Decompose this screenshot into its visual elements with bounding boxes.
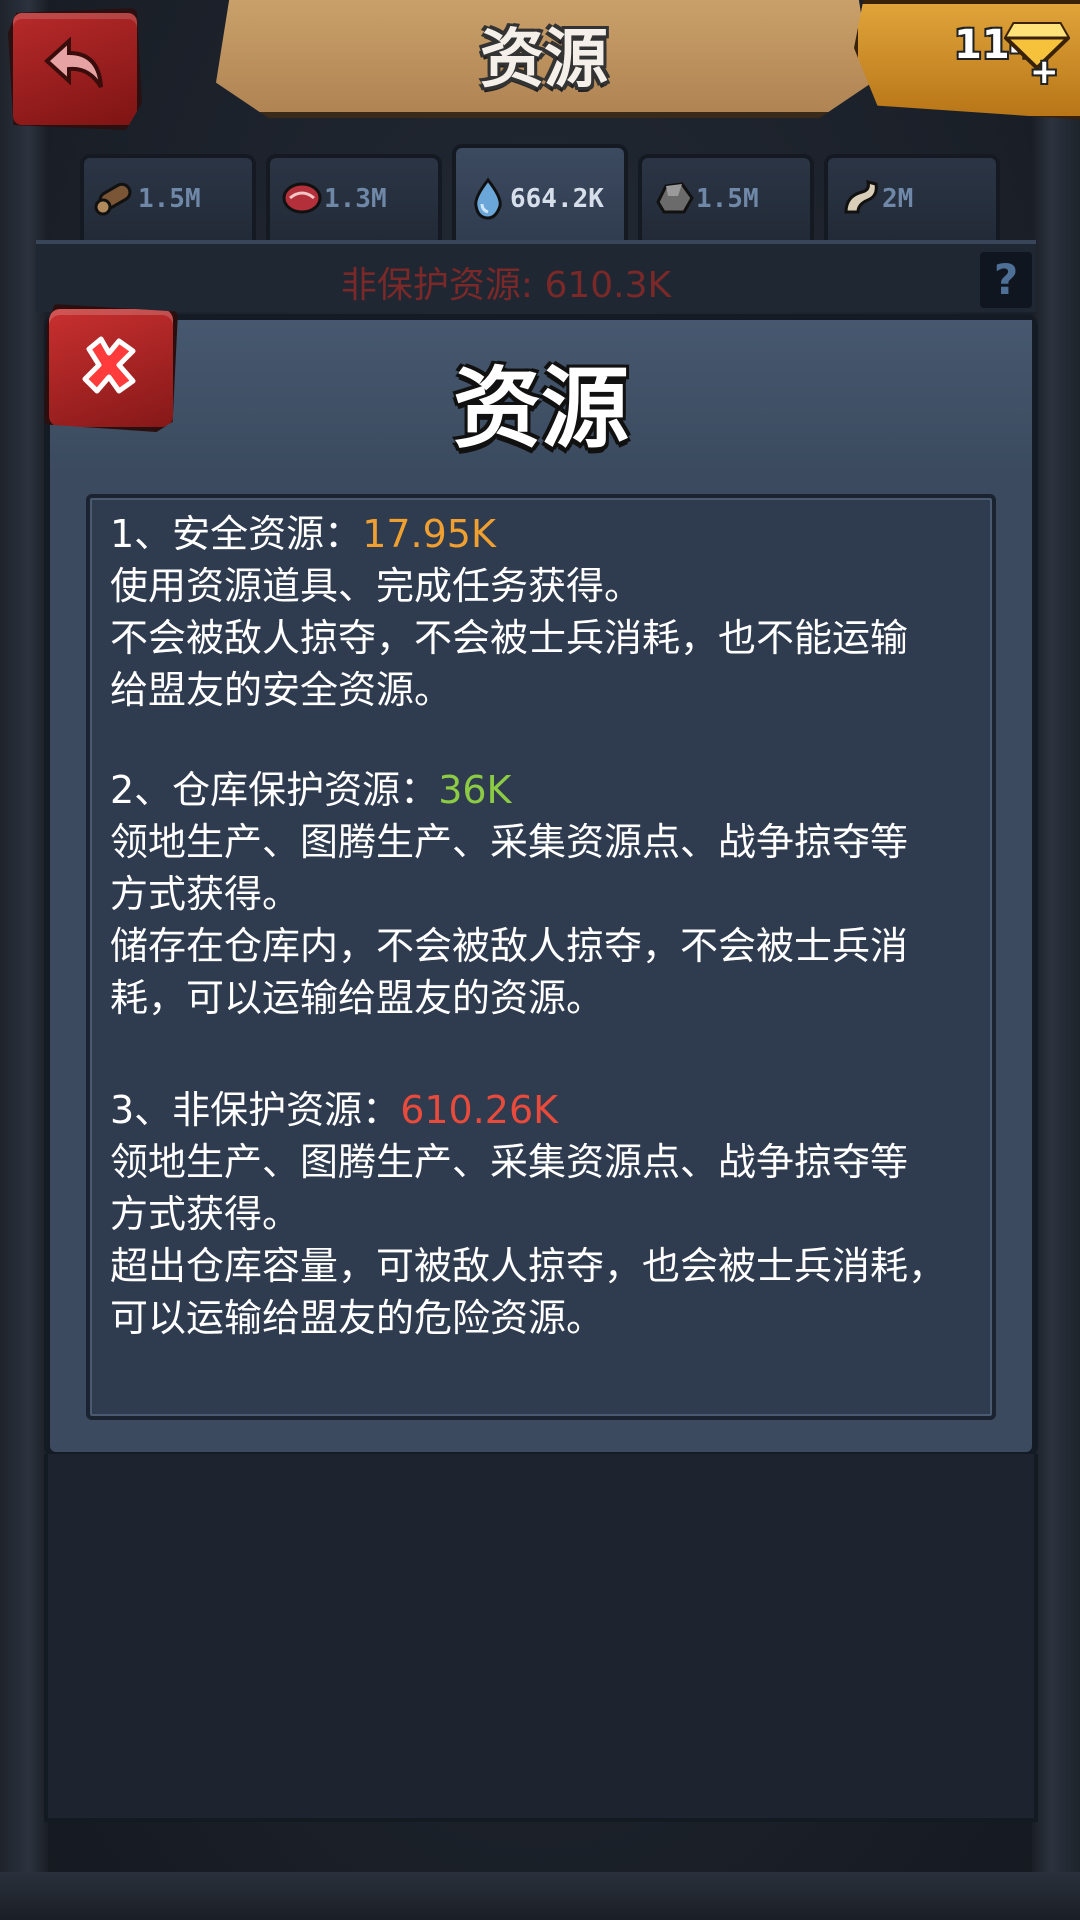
section-unprotected-resources: 3、非保护资源：610.26K 领地生产、图腾生产、采集资源点、战争掠夺等 方式…: [110, 1084, 984, 1344]
section-heading: 1、安全资源：: [110, 512, 363, 556]
tab-bone[interactable]: 2M: [824, 154, 1000, 240]
resource-info-dialog: 资源 1、安全资源：17.95K 使用资源道具、完成任务获得。 不会被敌人掠夺，…: [44, 314, 1038, 1458]
unprotected-resource-bar: 非保护资源: 610.3K: [36, 240, 1036, 312]
lower-empty-panel: [44, 1454, 1038, 1822]
close-button[interactable]: [44, 304, 178, 432]
stone-value: 1.5M: [696, 184, 759, 214]
section-heading: 3、非保护资源：: [110, 1088, 401, 1132]
tab-wood[interactable]: 1.5M: [80, 154, 256, 240]
back-arrow-icon: [44, 37, 103, 89]
unprotected-amount: 610.26K: [400, 1088, 559, 1132]
frame-right: [1032, 0, 1080, 1920]
section-line: 储存在仓库内，不会被敌人掠夺，不会被士兵消: [110, 924, 909, 968]
water-drop-icon: [474, 177, 502, 220]
wood-log-icon: [94, 182, 132, 216]
section-line: 方式获得。: [110, 1192, 301, 1236]
water-value: 664.2K: [510, 184, 604, 214]
section-line: 给盟友的安全资源。: [110, 668, 453, 712]
unprotected-resource-text: 非保护资源: 610.3K: [340, 265, 672, 306]
section-line: 可以运输给盟友的危险资源。: [110, 1296, 605, 1340]
help-button[interactable]: ?: [980, 252, 1032, 308]
wood-value: 1.5M: [138, 184, 201, 214]
meat-icon: [282, 182, 322, 214]
resource-tabs: 1.5M 1.3M 664.2K 1.5M 2M: [80, 144, 1000, 240]
bone-icon: [844, 179, 878, 214]
tab-water[interactable]: 664.2K: [452, 144, 628, 240]
title-banner: 资源: [216, 0, 872, 118]
dialog-header: 资源: [50, 320, 1032, 476]
section-line: 使用资源道具、完成任务获得。: [110, 564, 643, 608]
warehouse-amount: 36K: [438, 768, 512, 812]
section-line: 超出仓库容量，可被敌人掠夺，也会被士兵消耗，: [110, 1244, 947, 1288]
section-line: 领地生产、图腾生产、采集资源点、战争掠夺等: [110, 1140, 909, 1184]
page-title: 资源: [480, 23, 608, 97]
meat-value: 1.3M: [324, 184, 387, 214]
section-line: 不会被敌人掠夺，不会被士兵消耗，也不能运输: [110, 616, 909, 660]
back-button[interactable]: [8, 8, 142, 130]
dialog-content-panel: 1、安全资源：17.95K 使用资源道具、完成任务获得。 不会被敌人掠夺，不会被…: [86, 494, 996, 1420]
dialog-title: 资源: [452, 357, 629, 460]
add-gem-icon[interactable]: +: [1030, 52, 1059, 92]
tab-stone[interactable]: 1.5M: [638, 154, 814, 240]
game-screen: 资源 114 + 1.5M 1.3M 664.2K 1.5M 2M 非保护资源:…: [0, 0, 1080, 1920]
section-line: 耗，可以运输给盟友的资源。: [110, 976, 605, 1020]
bone-value: 2M: [882, 184, 914, 214]
safe-amount: 17.95K: [362, 512, 496, 556]
tab-meat[interactable]: 1.3M: [266, 154, 442, 240]
section-line: 领地生产、图腾生产、采集资源点、战争掠夺等: [110, 820, 909, 864]
stone-icon: [656, 182, 694, 214]
section-safe-resources: 1、安全资源：17.95K 使用资源道具、完成任务获得。 不会被敌人掠夺，不会被…: [110, 508, 984, 716]
frame-bottom: [0, 1872, 1080, 1920]
section-line: 方式获得。: [110, 872, 301, 916]
section-heading: 2、仓库保护资源：: [110, 768, 439, 812]
section-warehouse-resources: 2、仓库保护资源：36K 领地生产、图腾生产、采集资源点、战争掠夺等 方式获得。…: [110, 764, 984, 1024]
close-icon: [82, 336, 136, 394]
